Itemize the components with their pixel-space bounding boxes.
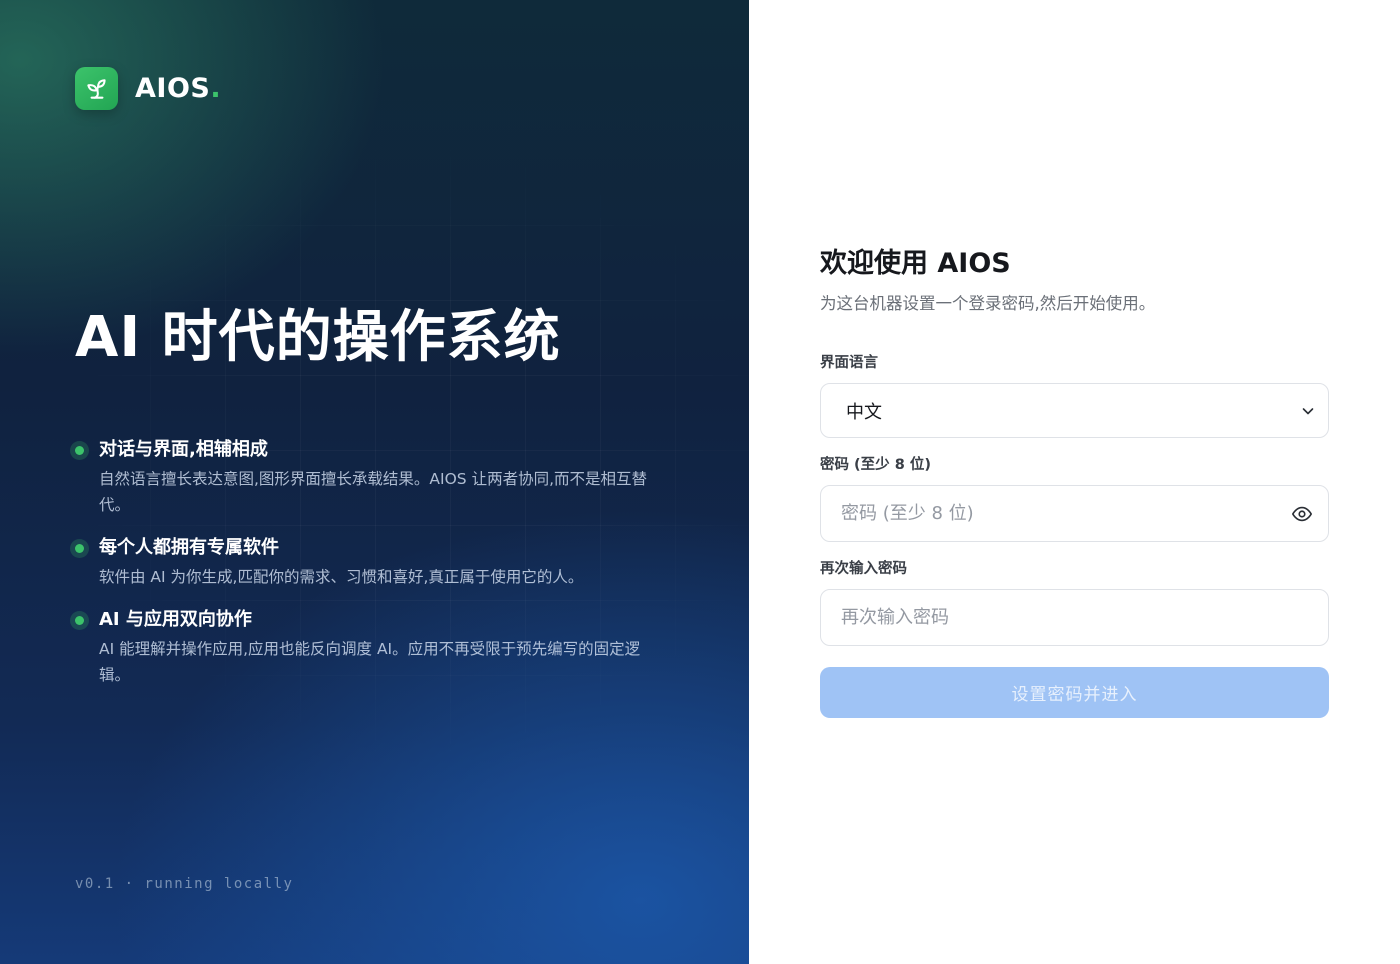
setup-panel: 欢迎使用 AIOS 为这台机器设置一个登录密码,然后开始使用。 界面语言 中文 …	[749, 0, 1400, 964]
bullet-dot-icon	[70, 539, 89, 558]
brand-dot: .	[210, 73, 222, 104]
password-input[interactable]	[821, 486, 1328, 541]
confirm-password-field	[820, 589, 1329, 646]
hero-panel: AIOS. AI 时代的操作系统 对话与界面,相辅相成 自然语言擅长表达意图,图…	[0, 0, 749, 964]
bullet-dot-icon	[70, 611, 89, 630]
setup-form: 欢迎使用 AIOS 为这台机器设置一个登录密码,然后开始使用。 界面语言 中文 …	[820, 246, 1329, 718]
version-label: v0.1 · running locally	[75, 876, 294, 892]
chevron-down-icon	[1300, 403, 1316, 419]
password-field	[820, 485, 1329, 542]
language-select[interactable]: 中文	[820, 383, 1329, 438]
feature-list: 对话与界面,相辅相成 自然语言擅长表达意图,图形界面擅长承载结果。AIOS 让两…	[70, 436, 670, 704]
feature-description: AI 能理解并操作应用,应用也能反向调度 AI。应用不再受限于预先编写的固定逻辑…	[99, 640, 641, 684]
language-select-value: 中文	[846, 401, 882, 423]
confirm-password-input[interactable]	[821, 590, 1328, 645]
app-root: AIOS. AI 时代的操作系统 对话与界面,相辅相成 自然语言擅长表达意图,图…	[0, 0, 1400, 964]
feature-item: AI 与应用双向协作 AI 能理解并操作应用,应用也能反向调度 AI。应用不再受…	[70, 606, 670, 688]
language-label: 界面语言	[820, 355, 878, 371]
feature-title: 对话与界面,相辅相成	[99, 439, 268, 460]
feature-item: 每个人都拥有专属软件 软件由 AI 为你生成,匹配你的需求、习惯和喜好,真正属于…	[70, 534, 670, 590]
form-title: 欢迎使用 AIOS	[820, 248, 1011, 279]
bullet-dot-icon	[70, 441, 89, 460]
hero-title: AI 时代的操作系统	[75, 305, 561, 370]
password-label: 密码 (至少 8 位)	[820, 457, 931, 473]
sprout-icon	[75, 67, 118, 110]
feature-title: 每个人都拥有专属软件	[99, 537, 279, 558]
feature-item: 对话与界面,相辅相成 自然语言擅长表达意图,图形界面擅长承载结果。AIOS 让两…	[70, 436, 670, 518]
brand-name: AIOS.	[135, 73, 221, 104]
brand-name-text: AIOS	[135, 73, 211, 104]
feature-title: AI 与应用双向协作	[99, 609, 252, 630]
form-subtitle: 为这台机器设置一个登录密码,然后开始使用。	[820, 294, 1156, 313]
feature-description: 自然语言擅长表达意图,图形界面擅长承载结果。AIOS 让两者协同,而不是相互替代…	[99, 470, 647, 514]
feature-description: 软件由 AI 为你生成,匹配你的需求、习惯和喜好,真正属于使用它的人。	[99, 568, 584, 586]
brand: AIOS.	[75, 67, 221, 110]
confirm-password-label: 再次输入密码	[820, 561, 907, 577]
eye-icon[interactable]	[1291, 503, 1313, 525]
submit-button[interactable]: 设置密码并进入	[820, 667, 1329, 718]
